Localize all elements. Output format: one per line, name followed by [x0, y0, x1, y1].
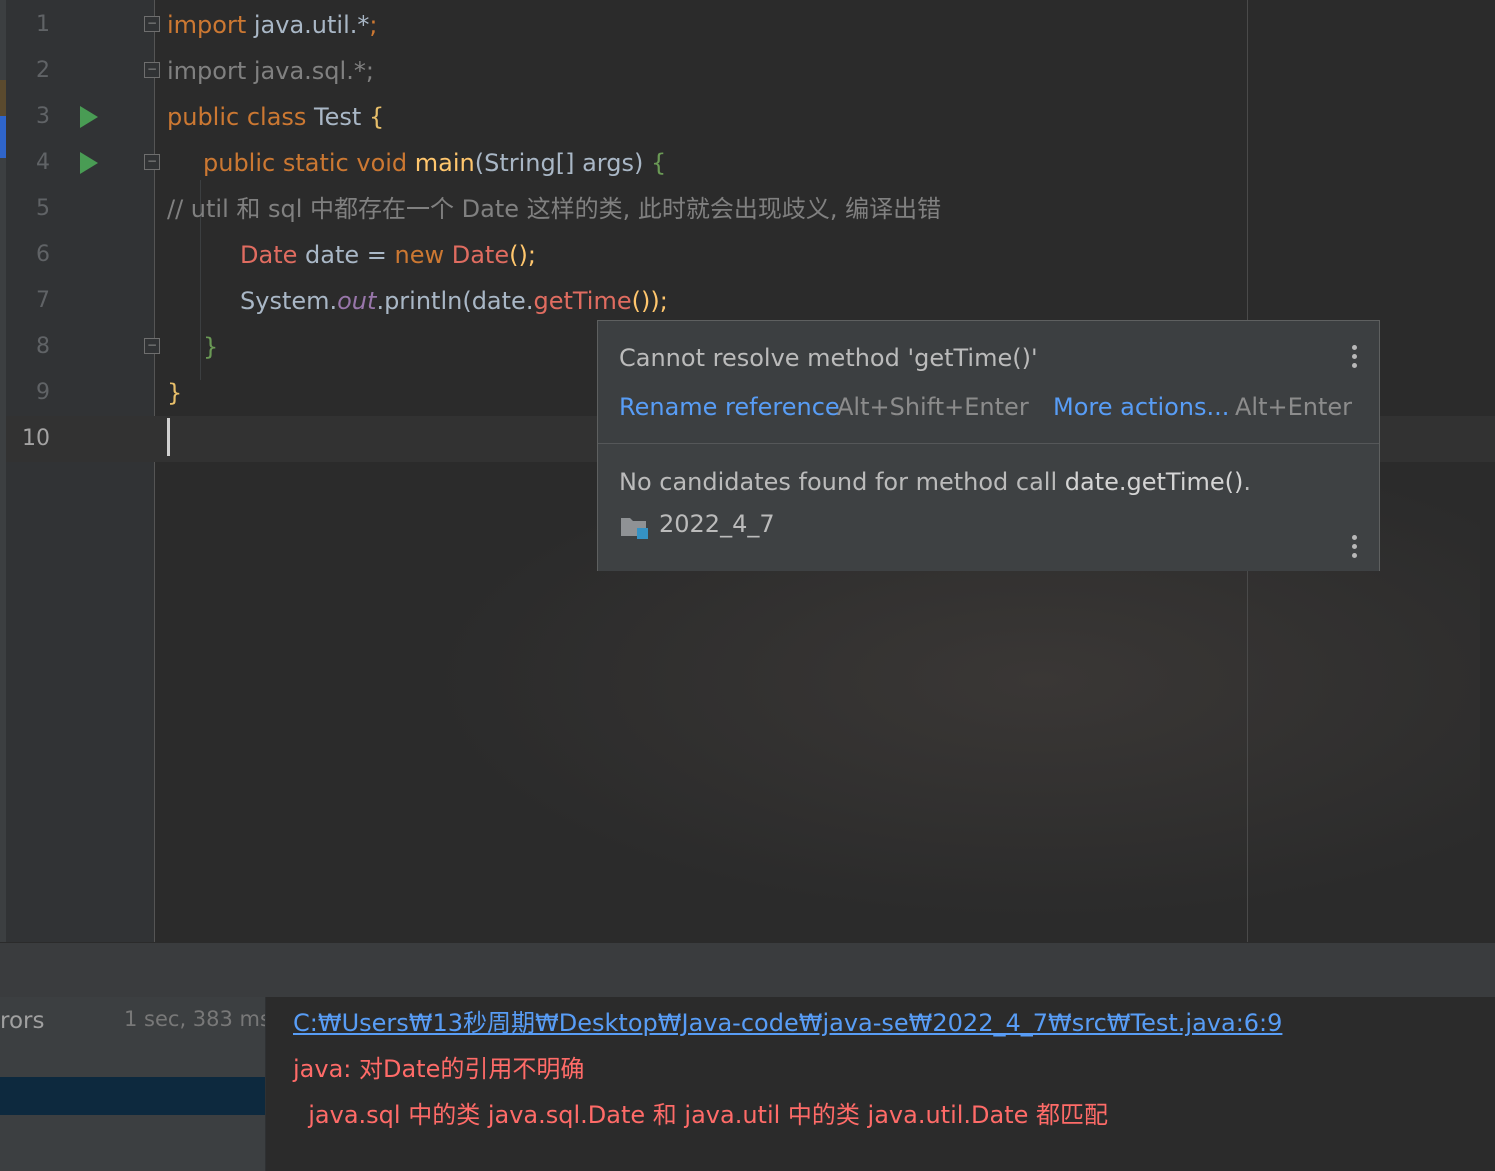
error-file-link[interactable]: C:₩Users₩13秒周期₩Desktop₩Java-code₩java-se…	[293, 1007, 1282, 1039]
line-number: 2	[36, 58, 50, 83]
rename-shortcut: Alt+Shift+Enter	[837, 393, 1029, 421]
kebab-menu-icon[interactable]	[1351, 345, 1359, 372]
tree-item-label[interactable]: rors	[0, 1005, 44, 1037]
error-line-1: java: 对Date的引用不明确	[293, 1055, 585, 1083]
more-actions-link[interactable]: More actions...	[1053, 392, 1229, 422]
code-line-3[interactable]: 3 public class Test {	[6, 94, 1495, 140]
line-number: 1	[36, 12, 50, 37]
code-line-5[interactable]: 5 // util 和 sql 中都存在一个 Date 这样的类, 此时就会出现…	[6, 186, 1495, 232]
error-line-2: java.sql 中的类 java.sql.Date 和 java.util 中…	[293, 1101, 1109, 1129]
build-tree[interactable]: rors 1 sec, 383 ms	[0, 997, 271, 1171]
detail-message: No candidates found for method call date…	[619, 468, 1252, 496]
line-number: 8	[36, 334, 50, 359]
line-number: 3	[36, 104, 50, 129]
tree-selected-row[interactable]	[0, 1077, 266, 1115]
code-line-4[interactable]: 4 − public static void main(String[] arg…	[6, 140, 1495, 186]
code-editor[interactable]: 1 − import java.util.*; 2 − import java.…	[0, 0, 1495, 942]
fold-icon[interactable]: −	[144, 16, 160, 32]
text-caret	[167, 418, 170, 456]
line-number: 6	[36, 242, 50, 267]
run-icon[interactable]	[80, 152, 98, 174]
build-output: C:₩Users₩13秒周期₩Desktop₩Java-code₩java-se…	[266, 997, 1495, 1171]
line-number: 5	[36, 196, 50, 221]
line-number: 10	[22, 426, 50, 451]
line-number: 7	[36, 288, 50, 313]
folder-icon	[621, 518, 648, 539]
line-number: 4	[36, 150, 50, 175]
module-name: 2022_4_7	[659, 510, 775, 538]
error-message: Cannot resolve method 'getTime()'	[619, 344, 1038, 372]
build-panel-header	[0, 942, 1495, 997]
more-actions-shortcut: Alt+Enter	[1235, 393, 1353, 421]
code-line-6[interactable]: 6 Date date = new Date();	[6, 232, 1495, 278]
fold-icon[interactable]: −	[144, 154, 160, 170]
code-comment: // util 和 sql 中都存在一个 Date 这样的类, 此时就会出现歧义…	[167, 195, 942, 223]
code-line-7[interactable]: 7 System.out.println(date.getTime());	[6, 278, 1495, 324]
rename-reference-link[interactable]: Rename reference	[619, 392, 840, 422]
fold-icon[interactable]: −	[144, 338, 160, 354]
build-duration: 1 sec, 383 ms	[124, 1007, 271, 1031]
line-number: 9	[36, 380, 50, 405]
error-popup: Cannot resolve method 'getTime()' Rename…	[597, 320, 1380, 571]
kebab-menu-icon[interactable]	[1351, 535, 1359, 562]
run-icon[interactable]	[80, 106, 98, 128]
code-line-2[interactable]: 2 − import java.sql.*;	[6, 48, 1495, 94]
fold-icon[interactable]: −	[144, 62, 160, 78]
code-line-1[interactable]: 1 − import java.util.*;	[6, 2, 1495, 48]
